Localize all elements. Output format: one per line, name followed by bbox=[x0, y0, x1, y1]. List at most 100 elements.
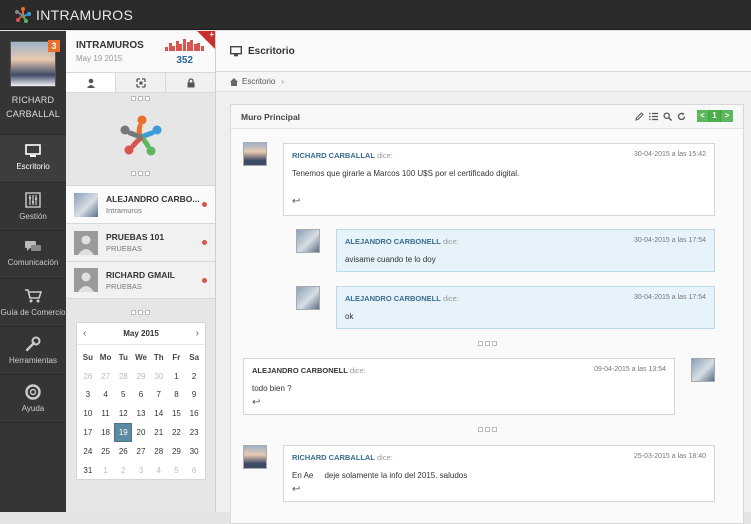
contact-item[interactable]: PRUEBAS 101 PRUEBAS bbox=[66, 223, 215, 261]
post-avatar[interactable] bbox=[243, 142, 267, 166]
calendar-day[interactable]: 21 bbox=[150, 423, 168, 442]
post-date: 09-04-2015 a las 13:54 bbox=[594, 366, 666, 373]
calendar-day[interactable]: 4 bbox=[150, 461, 168, 480]
calendar-day[interactable]: 1 bbox=[168, 367, 186, 386]
contact-item[interactable]: ALEJANDRO CARBO... Intramuros bbox=[66, 185, 215, 223]
calendar-day[interactable]: 1 bbox=[97, 461, 115, 480]
calendar-day[interactable]: 29 bbox=[168, 442, 186, 461]
pager-next-button[interactable]: > bbox=[721, 110, 733, 122]
post-avatar[interactable] bbox=[296, 229, 320, 253]
drag-handle[interactable] bbox=[66, 299, 215, 318]
contact-name: RICHARD GMAIL bbox=[106, 269, 175, 280]
calendar-day[interactable]: 7 bbox=[150, 386, 168, 405]
nav-item-herramientas[interactable]: Herramientas bbox=[0, 327, 66, 375]
calendar-day[interactable]: 3 bbox=[79, 386, 97, 405]
pencil-icon[interactable] bbox=[635, 111, 644, 121]
calendar-day[interactable]: 16 bbox=[185, 404, 203, 423]
calendar-day[interactable]: 30 bbox=[150, 367, 168, 386]
calendar-day[interactable]: 4 bbox=[97, 386, 115, 405]
calendar-day[interactable]: 15 bbox=[168, 404, 186, 423]
calendar-day[interactable]: 6 bbox=[132, 386, 150, 405]
nav-item-guia[interactable]: Guía de Comercio bbox=[0, 279, 66, 327]
contact-item[interactable]: RICHARD GMAIL PRUEBAS bbox=[66, 261, 215, 299]
tab-user[interactable] bbox=[66, 73, 116, 92]
reply-icon[interactable]: ↩ bbox=[252, 397, 260, 408]
reply-icon[interactable]: ↩ bbox=[292, 196, 300, 207]
chat-icon bbox=[25, 241, 41, 251]
pager-prev-button[interactable]: < bbox=[697, 110, 709, 122]
calendar-day[interactable]: 17 bbox=[79, 423, 97, 442]
calendar-day[interactable]: 29 bbox=[132, 367, 150, 386]
calendar-day[interactable]: 13 bbox=[132, 404, 150, 423]
calendar-day[interactable]: 28 bbox=[114, 367, 132, 386]
calendar-day[interactable]: 28 bbox=[150, 442, 168, 461]
post-author[interactable]: ALEJANDRO CARBONELL bbox=[345, 237, 441, 246]
calendar-day[interactable]: 27 bbox=[132, 442, 150, 461]
nav-item-escritorio[interactable]: Escritorio bbox=[0, 135, 66, 183]
notification-badge[interactable]: 3 bbox=[48, 40, 60, 52]
nav-label: Herramientas bbox=[8, 356, 57, 365]
calendar-day[interactable]: 14 bbox=[150, 404, 168, 423]
pager-current-page[interactable]: 1 bbox=[709, 110, 721, 122]
calendar-day[interactable]: 2 bbox=[114, 461, 132, 480]
drag-handle[interactable] bbox=[66, 93, 215, 104]
wall-post: RICHARD CARBALLAL dice: 25-03-2015 a las… bbox=[283, 445, 715, 502]
tab-lock[interactable] bbox=[166, 73, 215, 92]
calendar-day[interactable]: 6 bbox=[185, 461, 203, 480]
nav-item-ayuda[interactable]: Ayuda bbox=[0, 375, 66, 423]
calendar-next-button[interactable]: › bbox=[196, 328, 199, 339]
post-author[interactable]: RICHARD CARBALLAL bbox=[292, 151, 375, 160]
calendar-day[interactable]: 20 bbox=[132, 423, 150, 442]
calendar-prev-button[interactable]: ‹ bbox=[83, 328, 86, 339]
calendar-day[interactable]: 12 bbox=[114, 404, 132, 423]
breadcrumb: Escritorio › bbox=[216, 72, 751, 92]
calendar-weekday: Sa bbox=[189, 352, 200, 362]
post-author[interactable]: ALEJANDRO CARBONELL bbox=[345, 294, 441, 303]
calendar-day[interactable]: 5 bbox=[168, 461, 186, 480]
search-icon[interactable] bbox=[663, 112, 672, 121]
list-icon[interactable] bbox=[649, 112, 658, 121]
drag-handle[interactable] bbox=[66, 168, 215, 179]
post-avatar[interactable] bbox=[691, 358, 715, 382]
default-avatar-icon bbox=[74, 230, 98, 255]
calendar-day[interactable]: 27 bbox=[97, 367, 115, 386]
calendar-day[interactable]: 9 bbox=[185, 386, 203, 405]
user-profile[interactable]: 3 RICHARD CARBALLAL bbox=[0, 31, 66, 135]
calendar-day[interactable]: 3 bbox=[132, 461, 150, 480]
calendar-day[interactable]: 25 bbox=[97, 442, 115, 461]
app-logo[interactable]: INTRAMUROS bbox=[14, 6, 133, 24]
post-date: 30-04-2015 a las 17:54 bbox=[634, 294, 706, 301]
calendar-day[interactable]: 24 bbox=[79, 442, 97, 461]
tab-expand[interactable] bbox=[116, 73, 166, 92]
post-avatar[interactable] bbox=[296, 286, 320, 310]
breadcrumb-item[interactable]: Escritorio bbox=[242, 77, 275, 86]
calendar-day[interactable]: 30 bbox=[185, 442, 203, 461]
calendar-day[interactable]: 18 bbox=[97, 423, 115, 442]
post-author[interactable]: RICHARD CARBALLAL bbox=[292, 453, 375, 462]
calendar-today[interactable]: 19 bbox=[114, 423, 133, 442]
contact-org: PRUEBAS bbox=[106, 244, 142, 253]
refresh-icon[interactable] bbox=[677, 112, 686, 121]
home-icon[interactable] bbox=[230, 77, 238, 86]
post-avatar[interactable] bbox=[243, 445, 267, 469]
post-author[interactable]: ALEJANDRO CARBONELL bbox=[252, 366, 348, 375]
calendar-grid: Su Mo Tu We Th Fr Sa 26 27 28 29 30 1 2 3 4 5 6 7 8 9 10 11 12 1… bbox=[77, 345, 205, 480]
sparkline-bar bbox=[186, 42, 190, 51]
reply-icon[interactable]: ↩ bbox=[292, 484, 300, 495]
calendar-day[interactable]: 11 bbox=[97, 404, 115, 423]
calendar-day[interactable]: 22 bbox=[168, 423, 186, 442]
calendar-day[interactable]: 31 bbox=[79, 461, 97, 480]
calendar-day[interactable]: 23 bbox=[185, 423, 203, 442]
user-avatar[interactable]: 3 bbox=[10, 40, 60, 87]
nav-item-comunicacion[interactable]: Comunicación bbox=[0, 231, 66, 279]
calendar-day[interactable]: 26 bbox=[79, 367, 97, 386]
calendar-day[interactable]: 26 bbox=[114, 442, 132, 461]
wall-toolbar: < 1 > bbox=[635, 110, 733, 122]
calendar-day[interactable]: 8 bbox=[168, 386, 186, 405]
monitor-icon bbox=[25, 144, 41, 157]
calendar-day[interactable]: 10 bbox=[79, 404, 97, 423]
wall-post: ALEJANDRO CARBONELL dice: 09-04-2015 a l… bbox=[243, 358, 675, 415]
nav-item-gestion[interactable]: Gestión bbox=[0, 183, 66, 231]
calendar-day[interactable]: 5 bbox=[114, 386, 132, 405]
calendar-day[interactable]: 2 bbox=[185, 367, 203, 386]
